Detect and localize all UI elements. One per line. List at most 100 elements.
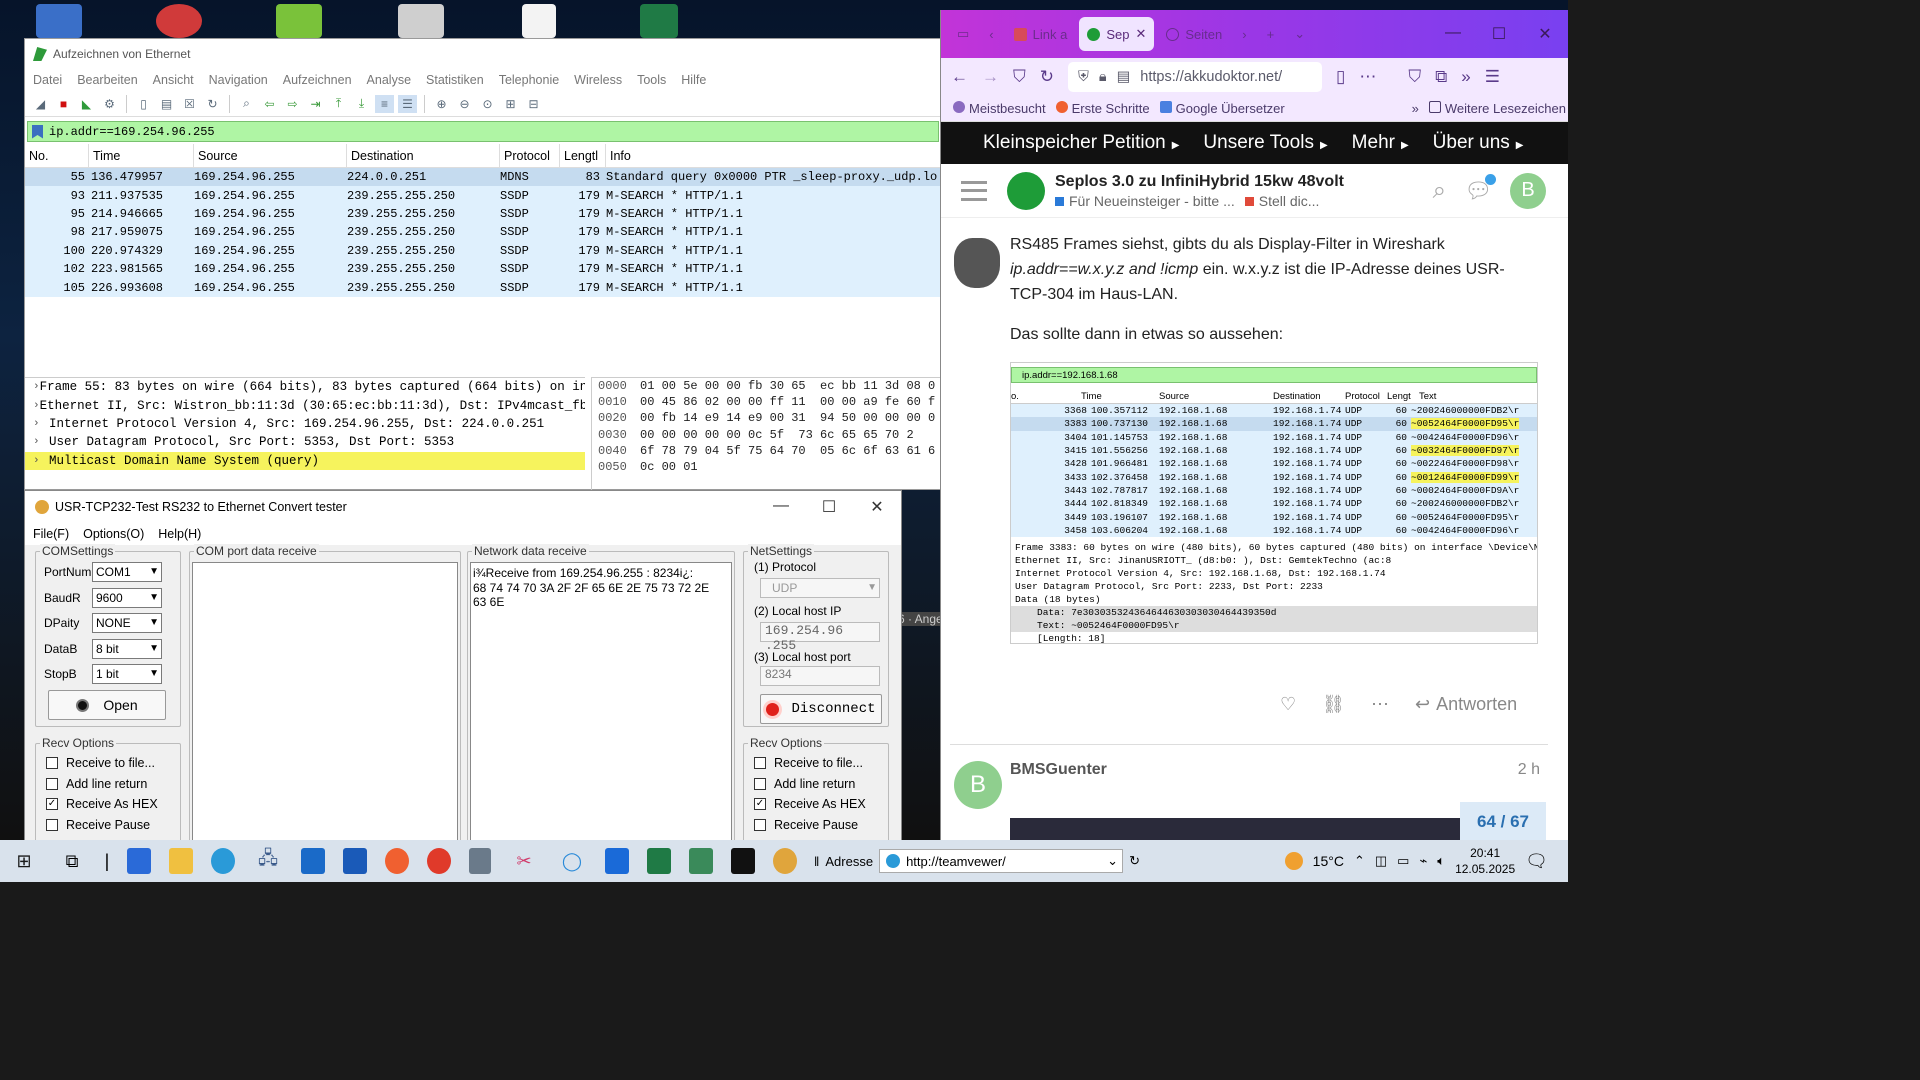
menu-wireless[interactable]: Wireless — [574, 73, 622, 87]
clock[interactable]: 20:41 12.05.2025 — [1455, 845, 1515, 877]
open-button[interactable]: Open — [48, 690, 166, 720]
display-filter-bar[interactable]: ip.addr==169.254.96.255 — [27, 121, 939, 142]
tab-seplos[interactable]: Sep ✕ — [1079, 17, 1155, 51]
hex-row[interactable]: 0000 01 00 5e 00 00 fb 30 65 ec bb 11 3d … — [592, 379, 943, 394]
nav-mehr[interactable]: Mehr ▶ — [1352, 132, 1409, 154]
portnum-select[interactable]: COM1 ▼ — [92, 562, 162, 582]
penguin-avatar[interactable] — [954, 238, 1000, 288]
store-icon[interactable] — [127, 848, 151, 874]
next-post-image[interactable] — [1010, 818, 1460, 842]
usr-taskbar-icon[interactable] — [773, 848, 797, 874]
notifications-icon[interactable]: 🗨︎ — [1525, 851, 1548, 872]
hex-row[interactable]: 0040 6f 78 79 04 5f 75 64 70 05 6c 6f 63 … — [592, 444, 943, 459]
menu-tools[interactable]: Tools — [637, 73, 666, 87]
detail-row[interactable]: › Frame 55: 83 bytes on wire (664 bits), … — [25, 378, 585, 396]
table-row[interactable]: 102 223.981565 169.254.96.255 239.255.255.2… — [25, 259, 941, 279]
chevron-up-icon[interactable]: ⌃ — [1354, 853, 1365, 869]
table-row[interactable]: 98 217.959075 169.254.96.255 239.255.255.25… — [25, 223, 941, 242]
camera-icon[interactable] — [398, 4, 444, 38]
bookmarks-overflow-icon[interactable]: » — [1412, 101, 1419, 116]
next-post-author[interactable]: BMSGuenter — [1010, 761, 1107, 779]
computer-icon[interactable] — [36, 4, 82, 38]
receive-pause-checkbox[interactable]: Receive Pause — [754, 818, 858, 832]
zoom-in-icon[interactable]: ⊕ — [432, 95, 451, 113]
chevron-right-icon[interactable]: › — [33, 400, 40, 412]
terminal-icon[interactable] — [731, 848, 755, 874]
menu-bearbeiten[interactable]: Bearbeiten — [77, 73, 137, 87]
menu-icon[interactable]: ☰ — [1485, 67, 1500, 87]
volume-icon[interactable]: 🔈︎ — [1437, 853, 1445, 869]
col-length[interactable]: Lengtl — [560, 144, 606, 167]
like-icon[interactable]: ♡ — [1280, 694, 1296, 715]
hex-row[interactable]: 0010 00 45 86 02 00 00 ff 11 00 00 a9 fe … — [592, 395, 943, 410]
topic-progress[interactable]: 64 / 67 — [1460, 802, 1546, 842]
go-forward-icon[interactable]: ⇨ — [283, 95, 302, 113]
bookmark-google-translate[interactable]: Google Übersetzer — [1159, 101, 1285, 116]
outlook-icon[interactable] — [301, 848, 325, 874]
address-value[interactable]: http://teamvewer/ — [906, 854, 1101, 869]
network-status-icon[interactable]: ⌁ — [1419, 853, 1427, 869]
topic-title[interactable]: Seplos 3.0 zu InfiniHybrid 15kw 48volt — [1055, 173, 1344, 191]
chevron-right-icon[interactable]: › — [33, 418, 49, 430]
col-no[interactable]: No. — [25, 144, 89, 167]
user-avatar[interactable]: B — [1510, 172, 1546, 209]
gear-icon[interactable] — [276, 4, 322, 38]
pocket-icon[interactable]: ⛉ — [1013, 67, 1026, 87]
local-port-input[interactable]: 8234 — [760, 666, 880, 686]
calculator-icon[interactable] — [469, 848, 491, 874]
receive-to-file-checkbox[interactable]: Receive to file... — [754, 756, 863, 770]
more-icon[interactable]: ⋯ — [1371, 694, 1389, 715]
tab-overview-icon[interactable]: ▭ — [949, 17, 977, 51]
com-receive-textarea[interactable] — [192, 562, 458, 842]
snipping-icon[interactable]: ✂ — [509, 848, 539, 874]
stop-capture-icon[interactable]: ■ — [54, 95, 73, 113]
start-capture-icon[interactable]: ◢ — [31, 95, 50, 113]
receive-as-hex-checkbox[interactable]: ✓ Receive As HEX — [46, 797, 158, 811]
reader-view-icon[interactable]: ▯ — [1336, 67, 1345, 87]
list-tabs-icon[interactable]: ⌄ — [1286, 17, 1313, 51]
menu-statistiken[interactable]: Statistiken — [426, 73, 484, 87]
stopbits-select[interactable]: 1 bit ▼ — [92, 664, 162, 684]
net-receive-textarea[interactable]: i¾Receive from 169.254.96.255 : 8234i¿: … — [470, 562, 732, 842]
reload-icon[interactable]: ↻ — [1040, 67, 1054, 87]
url-bar[interactable]: ⛨ 🔒︎ ▤ https://akkudoktor.net/ — [1068, 62, 1322, 92]
table-row[interactable]: 55 136.479957 169.254.96.255 224.0.0.251 MDN… — [25, 168, 941, 187]
find-packet-icon[interactable]: ⌕ — [237, 95, 256, 113]
forward-icon[interactable]: → — [982, 67, 999, 87]
bookmark-meistbesucht[interactable]: Meistbesucht — [953, 101, 1046, 116]
zoom-normal-icon[interactable]: ⊙ — [478, 95, 497, 113]
go-back-icon[interactable]: ⇦ — [260, 95, 279, 113]
col-protocol[interactable]: Protocol — [500, 144, 560, 167]
menu-options[interactable]: Options(O) — [83, 527, 144, 541]
detail-row[interactable]: › Internet Protocol Version 4, Src: 169.2… — [25, 415, 585, 433]
file-icon[interactable] — [522, 4, 556, 38]
app-icon[interactable] — [156, 4, 202, 38]
reload-icon[interactable]: ↻ — [203, 95, 222, 113]
tabs-scroll-right-icon[interactable]: › — [1234, 17, 1254, 51]
category-neueinsteiger[interactable]: Für Neueinsteiger - bitte ... — [1055, 193, 1235, 209]
bookmark-icon[interactable] — [32, 124, 43, 139]
category-stell-dich[interactable]: Stell dic... — [1244, 193, 1319, 209]
detail-row[interactable]: › Ethernet II, Src: Wistron_bb:11:3d (30:… — [25, 396, 585, 414]
menu-telephonie[interactable]: Telephonie — [499, 73, 559, 87]
edge-icon[interactable] — [211, 848, 235, 874]
databits-select[interactable]: 8 bit ▼ — [92, 639, 162, 659]
nav-kleinspeicher[interactable]: Kleinspeicher Petition ▶ — [983, 132, 1179, 154]
table-row[interactable]: 105 226.993608 169.254.96.255 239.255.255.2… — [25, 278, 941, 297]
tabs-scroll-left-icon[interactable]: ‹ — [981, 17, 1001, 51]
table-row[interactable]: 95 214.946665 169.254.96.255 239.255.255.25… — [25, 204, 941, 224]
bookmark-weitere[interactable]: Weitere Lesezeichen — [1428, 101, 1568, 116]
baudrate-select[interactable]: 9600 ▼ — [92, 588, 162, 608]
address-input[interactable]: http://teamvewer/ ⌄ — [879, 849, 1124, 873]
local-ip-input[interactable]: 169.254.96 .255 — [760, 622, 880, 653]
colorize-icon[interactable]: ☰ — [398, 94, 417, 113]
chrome-icon[interactable] — [427, 848, 451, 874]
protocol-select[interactable]: UDP ▼ — [760, 578, 880, 598]
receive-pause-checkbox[interactable]: Receive Pause — [46, 818, 150, 832]
add-line-return-checkbox[interactable]: Add line return — [754, 777, 855, 791]
menu-datei[interactable]: Datei — [33, 73, 62, 87]
search-icon[interactable]: ⌕ — [1433, 177, 1446, 205]
disconnect-button[interactable]: Disconnect — [760, 694, 882, 724]
chevron-right-icon[interactable]: › — [33, 381, 40, 393]
close-tab-icon[interactable]: ✕ — [1135, 26, 1146, 42]
